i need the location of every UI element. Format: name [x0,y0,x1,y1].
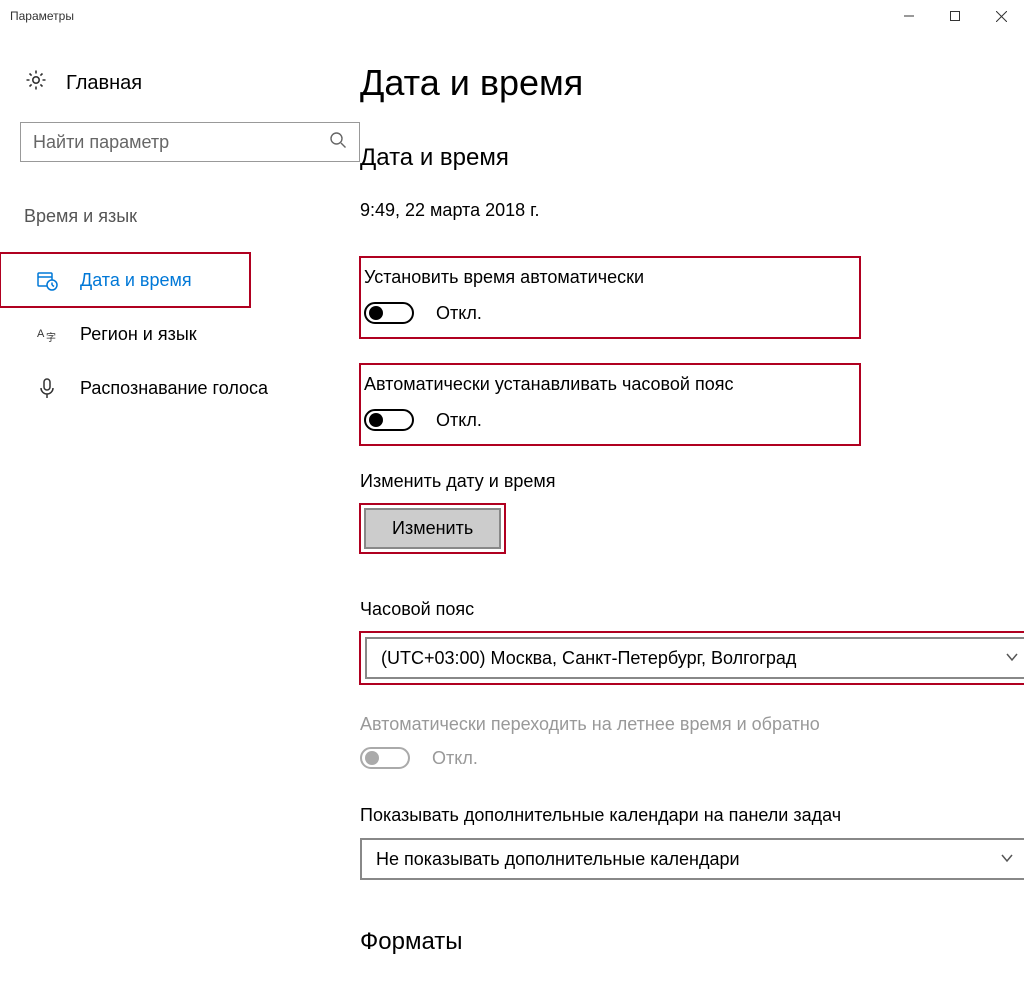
svg-text:字: 字 [46,331,56,344]
page-title: Дата и время [360,62,1024,104]
minimize-button[interactable] [886,0,932,32]
timezone-value: (UTC+03:00) Москва, Санкт-Петербург, Вол… [381,648,796,669]
extra-calendars-dropdown[interactable]: Не показывать дополнительные календари [360,838,1024,880]
auto-timezone-label: Автоматически устанавливать часовой пояс [364,374,848,395]
sidebar-item-date-time[interactable]: Дата и время [0,253,250,307]
search-input-container[interactable] [20,122,360,162]
section-heading-formats: Форматы [360,928,1024,956]
chevron-down-icon [1000,849,1014,870]
sidebar-item-speech[interactable]: Распознавание голоса [20,361,360,415]
extra-calendars-label: Показывать дополнительные календари на п… [360,805,1024,826]
gear-icon [24,68,48,98]
auto-time-label: Установить время автоматически [364,267,848,288]
window-title: Параметры [10,9,886,23]
sidebar-item-label: Распознавание голоса [80,378,268,399]
close-button[interactable] [978,0,1024,32]
sidebar: Главная Время и язык Дата и время [0,62,360,984]
sidebar-item-label: Дата и время [80,270,192,291]
timezone-label: Часовой пояс [360,599,1024,620]
auto-time-state: Откл. [436,303,482,324]
dst-label: Автоматически переходить на летнее время… [360,714,1024,735]
auto-timezone-toggle[interactable] [364,409,414,431]
auto-time-toggle[interactable] [364,302,414,324]
auto-timezone-block: Автоматически устанавливать часовой пояс… [360,364,860,445]
maximize-button[interactable] [932,0,978,32]
extra-calendars-value: Не показывать дополнительные календари [376,849,740,870]
microphone-icon [36,377,58,399]
titlebar: Параметры [0,0,1024,32]
sidebar-item-label: Регион и язык [80,324,197,345]
main-content: Дата и время Дата и время 9:49, 22 марта… [360,62,1024,984]
home-link[interactable]: Главная [20,62,360,122]
current-datetime: 9:49, 22 марта 2018 г. [360,200,1024,221]
sidebar-item-region-language[interactable]: A 字 Регион и язык [20,307,360,361]
change-button[interactable]: Изменить [364,508,501,549]
sidebar-group-heading: Время и язык [20,206,360,227]
section-heading-datetime: Дата и время [360,144,1024,172]
svg-text:A: A [37,328,45,340]
search-icon [329,131,347,154]
timezone-dropdown-highlight: (UTC+03:00) Москва, Санкт-Петербург, Вол… [360,632,1024,684]
calendar-clock-icon [36,269,58,291]
auto-time-block: Установить время автоматически Откл. [360,257,860,338]
change-datetime-label: Изменить дату и время [360,471,1024,492]
home-label: Главная [66,72,142,95]
dst-state: Откл. [432,748,478,769]
chevron-down-icon [1005,648,1019,669]
auto-timezone-state: Откл. [436,410,482,431]
language-icon: A 字 [36,323,58,345]
dst-toggle [360,747,410,769]
timezone-dropdown[interactable]: (UTC+03:00) Москва, Санкт-Петербург, Вол… [365,637,1024,679]
change-button-highlight: Изменить [360,504,505,553]
search-input[interactable] [33,132,329,153]
